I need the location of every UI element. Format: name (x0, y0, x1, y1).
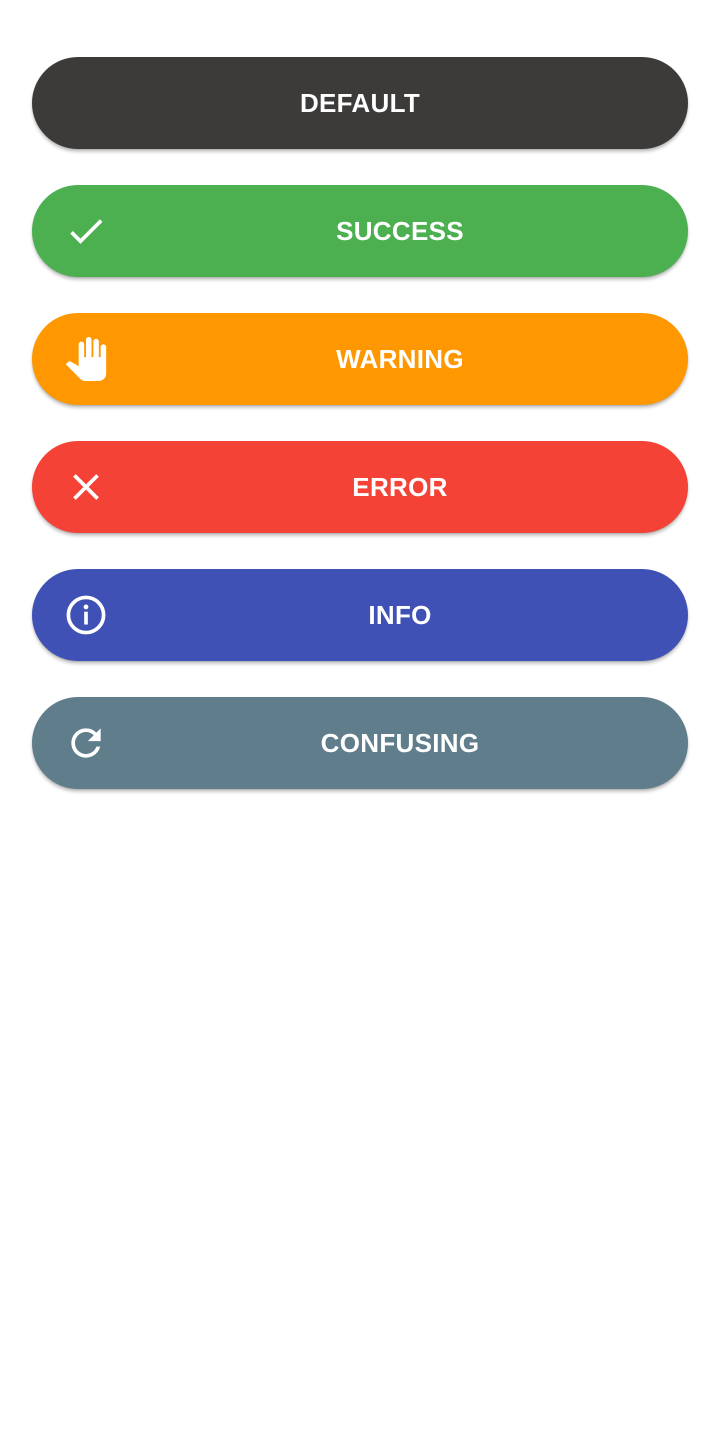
info-button-label: INFO (368, 600, 432, 630)
info-button[interactable]: INFO (32, 569, 688, 661)
warning-button[interactable]: WARNING (32, 313, 688, 405)
error-button-label: ERROR (352, 472, 448, 502)
confusing-button-label: CONFUSING (320, 728, 480, 758)
confusing-button[interactable]: CONFUSING (32, 697, 688, 789)
error-button[interactable]: ERROR (32, 441, 688, 533)
screen: DEFAULT SUCCESS WARNING ERROR INFO CONFU… (0, 0, 720, 1454)
success-button-label: SUCCESS (336, 216, 464, 246)
success-button[interactable]: SUCCESS (32, 185, 688, 277)
default-button[interactable]: DEFAULT (32, 57, 688, 149)
button-list: DEFAULT SUCCESS WARNING ERROR INFO CONFU… (32, 57, 688, 825)
warning-button-label: WARNING (336, 344, 464, 374)
default-button-label: DEFAULT (299, 88, 421, 118)
